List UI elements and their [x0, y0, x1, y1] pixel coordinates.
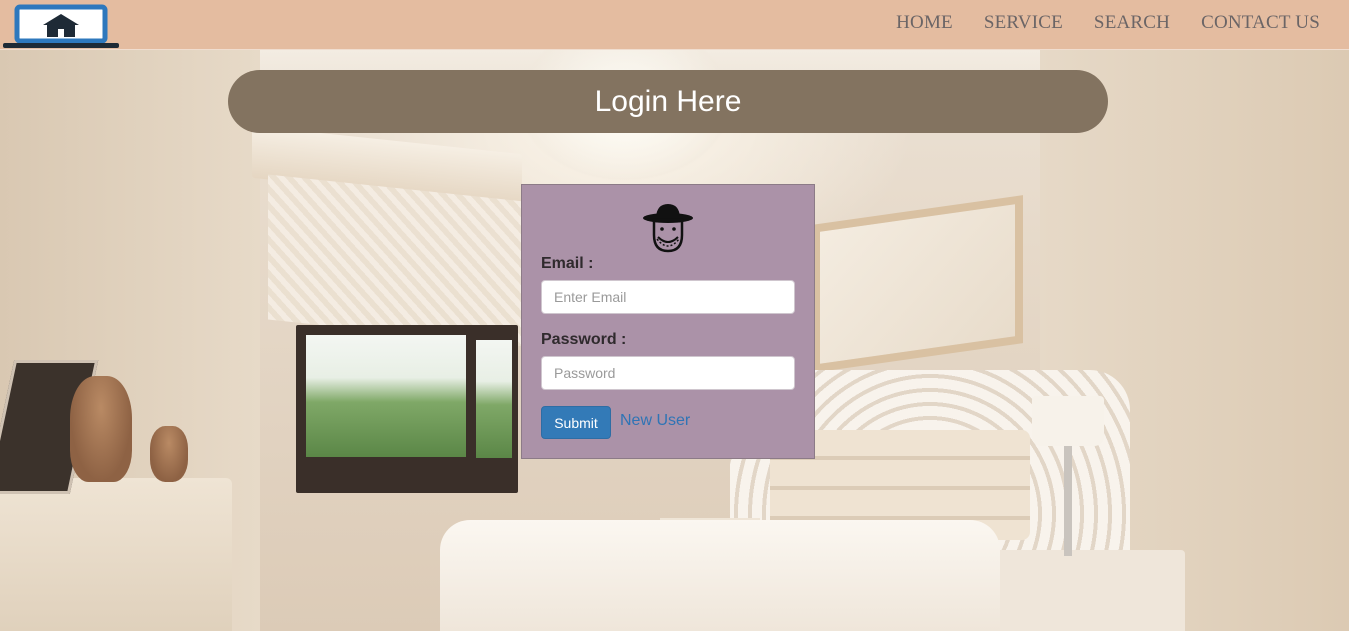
page-title: Login Here	[594, 84, 742, 118]
user-avatar-icon	[641, 201, 695, 255]
password-input[interactable]	[541, 356, 795, 390]
login-banner: Login Here	[228, 70, 1108, 133]
email-label: Email :	[541, 255, 594, 272]
nav-search-link[interactable]: SEARCH	[1094, 12, 1170, 34]
nav-home-link[interactable]: HOME	[896, 12, 953, 34]
email-input[interactable]	[541, 280, 795, 314]
main-nav: HOME SERVICE SEARCH CONTACT US	[896, 12, 1320, 34]
password-label: Password :	[541, 331, 627, 348]
nav-contact-link[interactable]: CONTACT US	[1201, 12, 1320, 34]
new-user-link[interactable]: New User	[620, 412, 690, 430]
login-form-card: Email : Password : Submit New User	[521, 184, 815, 459]
house-laptop-icon[interactable]	[3, 4, 119, 50]
top-navbar: HOME SERVICE SEARCH CONTACT US	[0, 0, 1349, 50]
nav-service-link[interactable]: SERVICE	[984, 12, 1063, 34]
submit-button[interactable]: Submit	[541, 406, 611, 439]
